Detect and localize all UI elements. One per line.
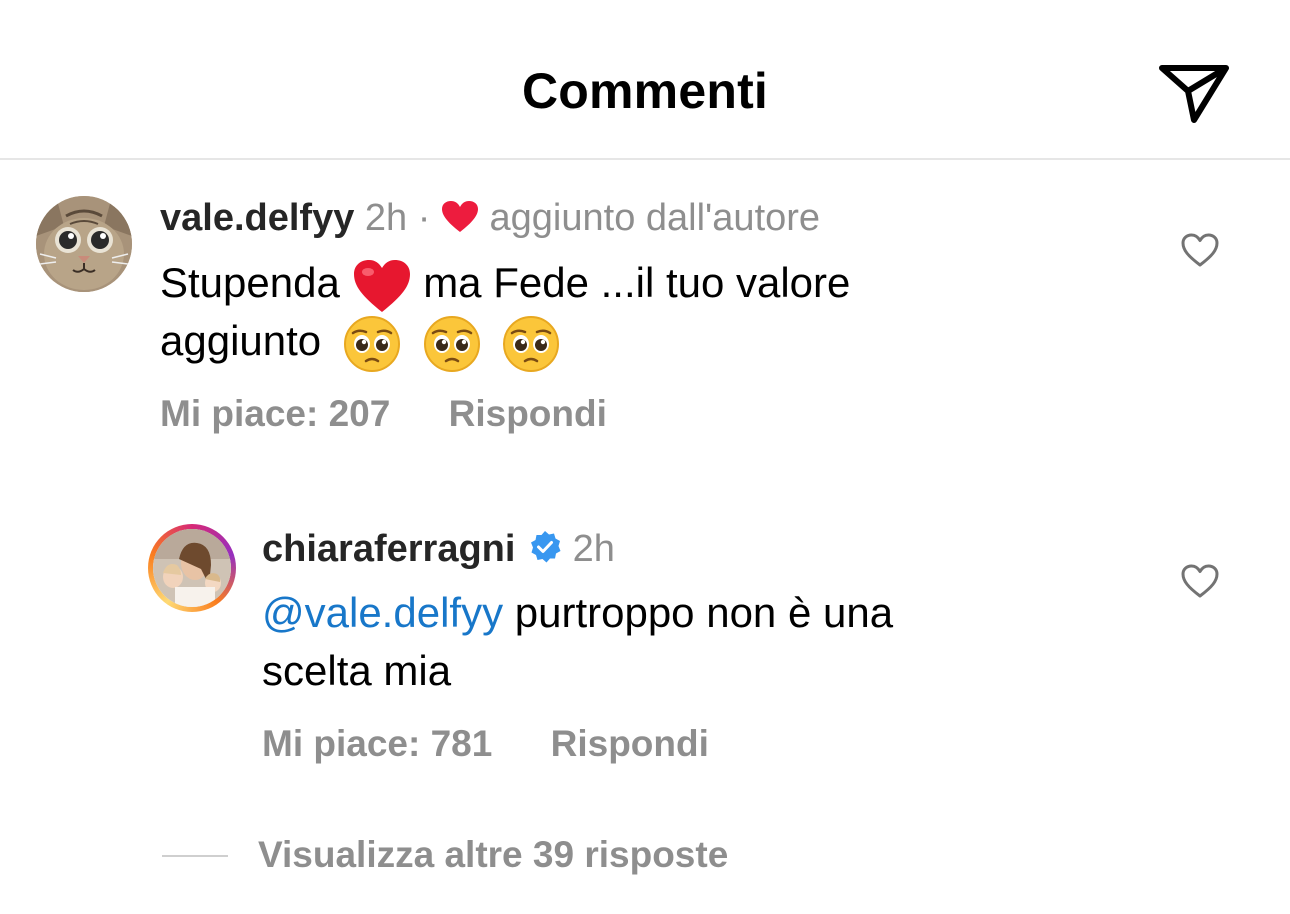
comment-text-part: scelta mia [262, 647, 452, 694]
author-like-label: aggiunto dall'autore [489, 197, 821, 239]
username[interactable]: vale.delfyy [160, 197, 354, 239]
comment-actions: Mi piace: 207 Rispondi [160, 393, 655, 435]
likes-count[interactable]: Mi piace: 781 [262, 723, 492, 764]
comments-header: Commenti [0, 0, 1290, 160]
pleading-face-emoji [423, 315, 480, 372]
comment-text-part: purtroppo non è una [514, 589, 894, 636]
reply-button[interactable]: Rispondi [449, 393, 607, 434]
like-heart-icon[interactable] [1180, 563, 1220, 599]
pleading-face-emoji [503, 315, 560, 372]
like-heart-icon[interactable] [1180, 232, 1220, 268]
username[interactable]: chiaraferragni [262, 528, 515, 570]
timestamp: 2h [572, 528, 615, 570]
comment-text-part: ma Fede ...il tuo valore [423, 259, 851, 306]
timestamp: 2h [364, 197, 408, 239]
profile-photo [153, 529, 231, 607]
comment-text: Stupenda ma Fede ...il tuo valore [160, 254, 850, 314]
avatar-story-ring[interactable] [148, 524, 236, 612]
pleading-face-emoji [343, 315, 400, 372]
view-more-replies-button[interactable]: Visualizza altre 39 risposte [258, 834, 728, 876]
comment-text: @vale.delfyy purtroppo non è una [262, 584, 893, 642]
verified-badge-icon [531, 531, 561, 563]
reply-button[interactable]: Rispondi [551, 723, 709, 764]
avatar[interactable] [36, 196, 132, 292]
comment-text-line2: scelta mia [262, 642, 451, 700]
likes-count[interactable]: Mi piace: 207 [160, 393, 390, 434]
comment-text-line2: aggiunto [160, 312, 560, 373]
heart-emoji [353, 259, 410, 312]
comment-text-part: aggiunto [160, 317, 322, 364]
heart-icon [441, 201, 478, 232]
avatar [153, 529, 231, 607]
divider-line [162, 855, 228, 857]
page-title: Commenti [521, 63, 769, 119]
separator: · [417, 197, 431, 239]
comment-header: vale.delfyy 2h · aggiunto dall'autore [160, 196, 820, 240]
comment-actions: Mi piace: 781 Rispondi [262, 723, 757, 765]
comment-header: chiaraferragni 2h [262, 527, 615, 571]
mention-link[interactable]: @vale.delfyy [262, 589, 503, 636]
comment-text-part: Stupenda [160, 259, 340, 306]
paper-plane-icon[interactable] [1158, 60, 1230, 124]
cat-avatar-image [36, 196, 132, 292]
